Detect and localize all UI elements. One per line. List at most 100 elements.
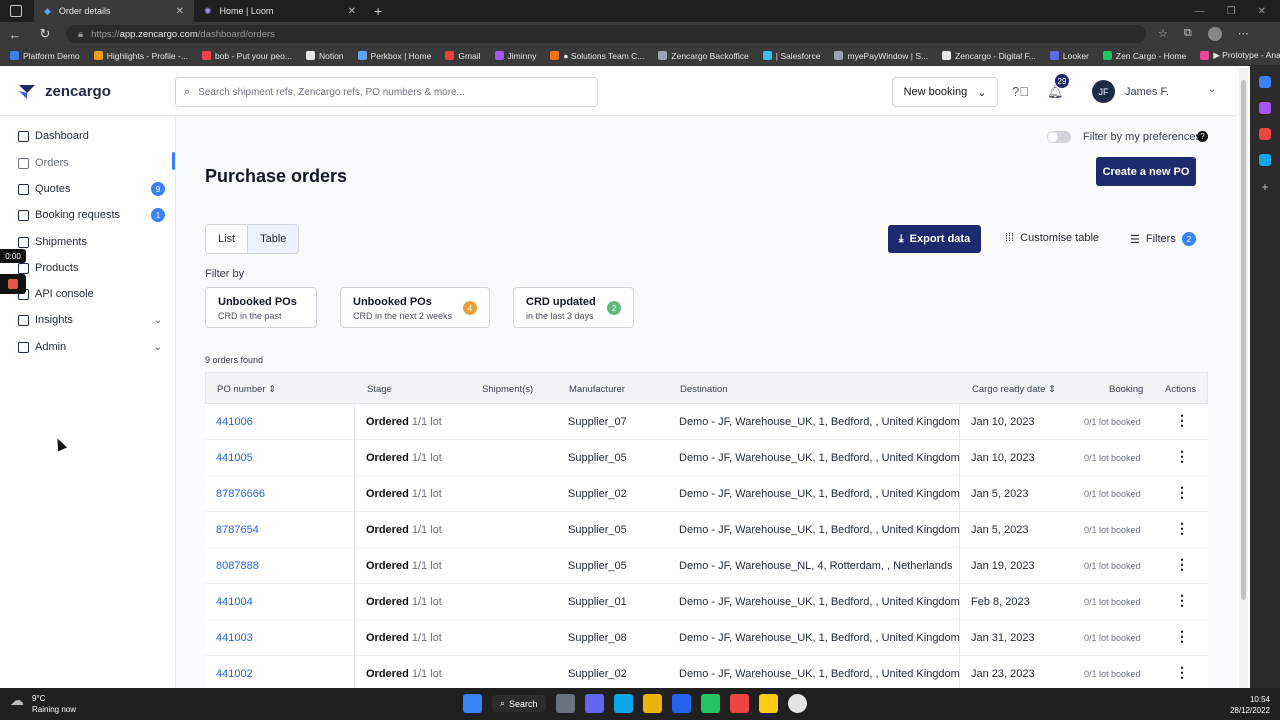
row-actions-kebab-icon[interactable]: ⋮ (1175, 520, 1189, 537)
po-number-link[interactable]: 8787654 (216, 524, 259, 536)
collections-icon[interactable]: ⧉ (1184, 27, 1192, 41)
avatar[interactable]: JF (1092, 80, 1115, 103)
bookmark-item[interactable]: Looker (1049, 51, 1089, 61)
profile-icon[interactable] (1207, 27, 1222, 41)
po-number-link[interactable]: 441002 (216, 668, 253, 680)
user-name[interactable]: James F. (1125, 86, 1169, 98)
bookmark-item[interactable]: Notion (305, 51, 344, 61)
row-actions-kebab-icon[interactable]: ⋮ (1175, 628, 1189, 645)
sidebar-item-insights[interactable]: Insights ⌄ (18, 310, 168, 330)
app-icon[interactable] (671, 694, 691, 713)
browser-tab-order-details[interactable]: ◆ Order details ✕ (34, 0, 194, 22)
star-icon[interactable]: ☆ (1158, 27, 1168, 41)
bookmark-item[interactable]: Jiminny (494, 51, 536, 61)
table-row[interactable]: 441006 Supplier_07 Demo - JF, Warehouse_UK… (205, 404, 1208, 440)
po-number-link[interactable]: 441004 (216, 596, 253, 608)
create-po-button[interactable]: Create a new PO (1096, 157, 1196, 186)
sidebar-item-dashboard[interactable]: Dashboard (18, 126, 168, 146)
scroll-thumb[interactable] (1241, 80, 1246, 600)
search-input[interactable] (198, 86, 579, 98)
browser-tab-loom[interactable]: ✺ Home | Loom ✕ (194, 0, 366, 22)
po-number-link[interactable]: 87876666 (216, 488, 265, 500)
tab-actions-icon[interactable] (10, 5, 22, 17)
miro-icon[interactable] (758, 694, 778, 713)
weather-widget[interactable]: 9°C Raining now (10, 693, 76, 715)
edge-icon[interactable] (613, 694, 633, 713)
stop-recording-button[interactable] (0, 274, 26, 294)
customise-table-button[interactable]: ⁞⁞⁞ Customise table (1005, 232, 1099, 244)
minimize-icon[interactable]: — (1195, 6, 1205, 17)
export-data-button[interactable]: ⤓ Export data (888, 225, 981, 253)
bookmark-item[interactable]: Perkbox | Home (357, 51, 431, 61)
column-header-po-number[interactable]: PO number ⇕ (217, 384, 276, 395)
global-search[interactable]: ⌕ (175, 77, 598, 107)
row-actions-kebab-icon[interactable]: ⋮ (1175, 664, 1189, 681)
table-row[interactable]: 8787654 Supplier_05 Demo - JF, Warehouse_U… (205, 512, 1208, 548)
row-actions-kebab-icon[interactable]: ⋮ (1175, 592, 1189, 609)
sort-icon[interactable]: ⇕ (1048, 384, 1056, 395)
system-clock[interactable]: 10:54 28/12/2022 (1230, 694, 1270, 716)
row-actions-kebab-icon[interactable]: ⋮ (1175, 556, 1189, 573)
bookmark-item[interactable]: Zen Cargo - Home (1102, 51, 1186, 61)
windows-start-icon[interactable] (463, 694, 482, 713)
new-tab-icon[interactable]: + (374, 3, 382, 19)
bookmark-item[interactable]: myePayWindow | S... (834, 51, 928, 61)
sidebar-item-booking-requests[interactable]: Booking requests 1 (18, 205, 168, 225)
help-icon[interactable]: ?⃝ (1012, 84, 1029, 99)
bookmark-item[interactable]: ● Solutions Team C... (550, 51, 644, 61)
table-row[interactable]: 8087888 Supplier_05 Demo - JF, Warehouse_N… (205, 548, 1208, 584)
sidebar-item-orders[interactable]: Orders (18, 153, 168, 173)
bookmark-item[interactable]: Zencargo - Digital F... (942, 51, 1036, 61)
shopping-icon[interactable] (1259, 102, 1271, 114)
po-number-link[interactable]: 8087888 (216, 560, 259, 572)
close-tab-icon[interactable]: ✕ (176, 6, 184, 17)
bookmark-item[interactable]: | Salesforce (762, 51, 820, 61)
po-number-link[interactable]: 441003 (216, 632, 253, 644)
bookmark-item[interactable]: Highlights - Profile -... (93, 51, 188, 61)
loom-icon[interactable] (787, 694, 807, 713)
taskbar-search[interactable]: ⌕ Search (492, 695, 546, 712)
table-row[interactable]: 441005 Supplier_05 Demo - JF, Warehouse_UK… (205, 440, 1208, 476)
file-explorer-icon[interactable] (642, 694, 662, 713)
task-view-icon[interactable] (555, 694, 575, 713)
add-icon[interactable]: + (1261, 180, 1268, 194)
search-icon[interactable] (1259, 76, 1271, 88)
logo[interactable]: zencargo (17, 81, 111, 101)
sidebar-item-shipments[interactable]: Shipments (18, 232, 168, 252)
bookmark-item[interactable]: ▶ Prototype - Anan... (1200, 50, 1280, 61)
po-number-link[interactable]: 441006 (216, 416, 253, 428)
sidebar-item-products[interactable]: Products (18, 258, 168, 278)
sort-icon[interactable]: ⇕ (268, 384, 276, 395)
bookmark-item[interactable]: bob - Put your peo... (201, 51, 292, 61)
bookmark-item[interactable]: Zencargo Backoffice (658, 51, 749, 61)
row-actions-kebab-icon[interactable]: ⋮ (1175, 412, 1189, 429)
sidebar-item-api-console[interactable]: API console (18, 284, 168, 304)
close-tab-icon[interactable]: ✕ (348, 6, 356, 17)
vertical-scrollbar[interactable] (1239, 68, 1248, 688)
close-window-icon[interactable]: ✕ (1258, 6, 1266, 17)
quick-filter-unbooked-next-2-weeks[interactable]: Unbooked POs CRD in the next 2 weeks 4 (340, 287, 490, 328)
view-list-button[interactable]: List (206, 225, 247, 253)
quick-filter-unbooked-past[interactable]: Unbooked POs CRD in the past (205, 287, 317, 328)
view-table-button[interactable]: Table (247, 225, 299, 253)
reload-icon[interactable]: ↻ (30, 26, 60, 42)
bookmark-item[interactable]: Platform Demo (10, 51, 80, 61)
table-row[interactable]: 87876666 Supplier_02 Demo - JF, Warehouse_… (205, 476, 1208, 512)
quick-filter-crd-updated[interactable]: CRD updated in the last 3 days 2 (513, 287, 634, 328)
outlook-icon[interactable] (1259, 154, 1271, 166)
bookmark-item[interactable]: Gmail (445, 51, 481, 61)
preferences-toggle[interactable] (1047, 131, 1071, 143)
table-row[interactable]: 441003 Supplier_08 Demo - JF, Warehouse_UK… (205, 620, 1208, 656)
table-row[interactable]: 441002 Supplier_02 Demo - JF, Warehouse_UK… (205, 656, 1208, 688)
chevron-down-icon[interactable]: ⌄ (1208, 84, 1216, 95)
chrome-icon[interactable] (700, 694, 720, 713)
row-actions-kebab-icon[interactable]: ⋮ (1175, 484, 1189, 501)
row-actions-kebab-icon[interactable]: ⋮ (1175, 448, 1189, 465)
po-number-link[interactable]: 441005 (216, 452, 253, 464)
sidebar-item-quotes[interactable]: Quotes 9 (18, 179, 168, 199)
back-icon[interactable]: ← (0, 27, 30, 42)
table-row[interactable]: 441004 Supplier_01 Demo - JF, Warehouse_UK… (205, 584, 1208, 620)
teams-icon[interactable] (584, 694, 604, 713)
maximize-icon[interactable]: ❐ (1227, 6, 1236, 17)
info-icon[interactable]: ? (1197, 131, 1208, 142)
